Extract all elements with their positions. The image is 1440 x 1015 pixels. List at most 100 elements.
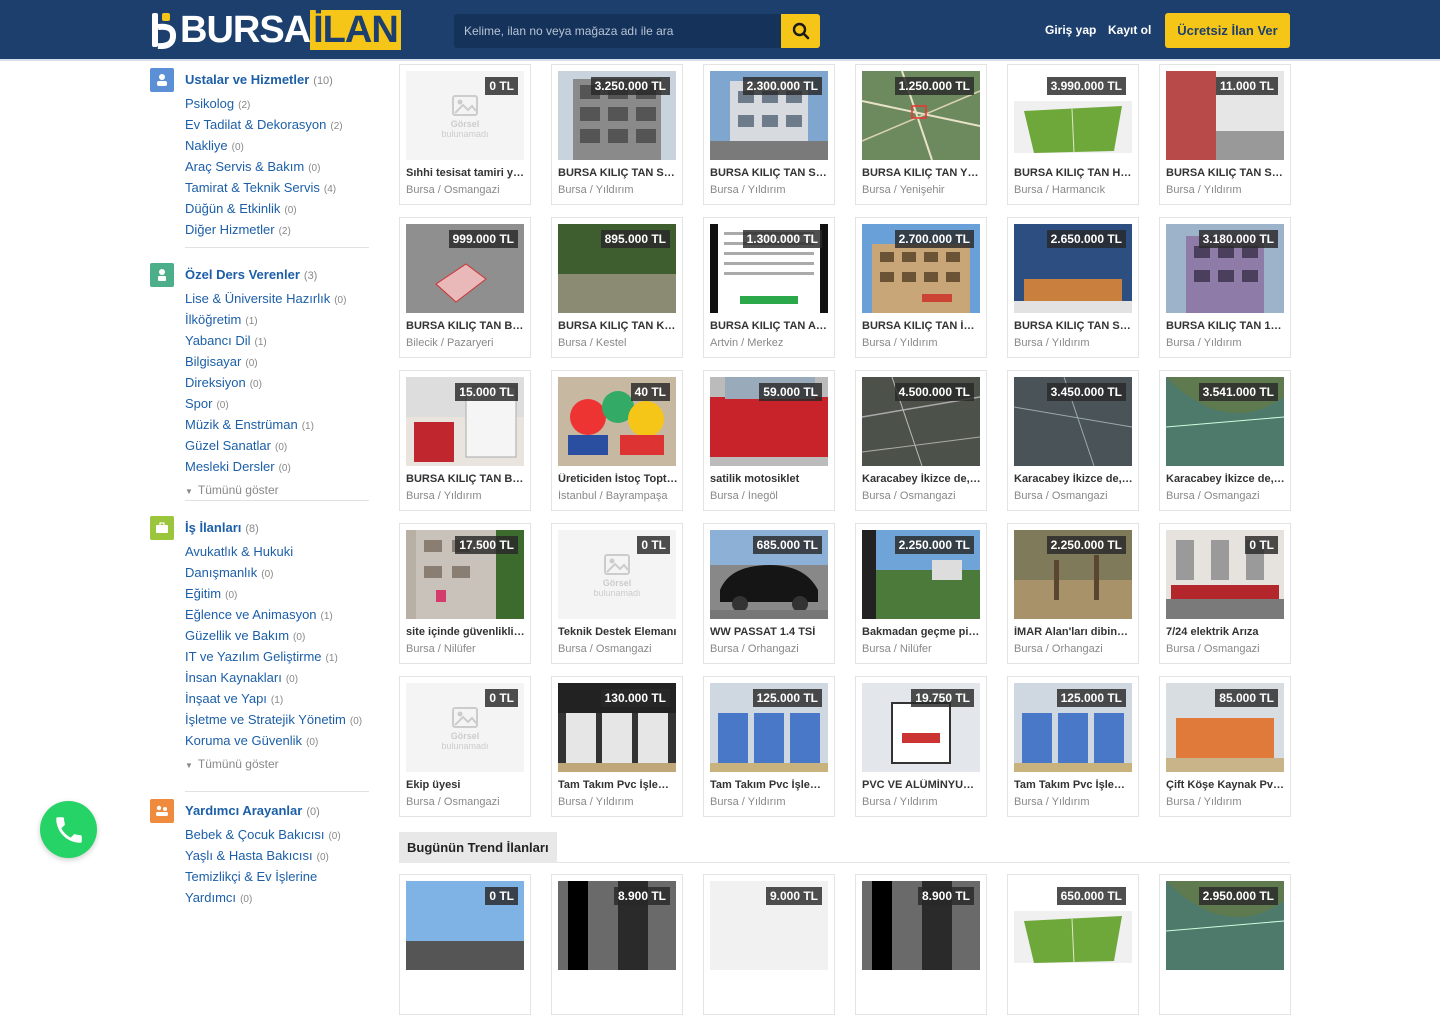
- listing-title[interactable]: Ekip üyesi: [406, 779, 526, 791]
- listing-title[interactable]: Çift Köşe Kaynak Pvc ...: [1166, 779, 1286, 791]
- listing-card[interactable]: 11.000 TL BURSA KILIÇ TAN SET... Bursa / Y…: [1159, 64, 1291, 205]
- listing-card[interactable]: 0 TL 7/24 elektrik Arıza Bursa / Osmangazi: [1159, 523, 1291, 664]
- subcategory-link[interactable]: Temizlikçi & Ev İşlerine: [185, 866, 370, 887]
- subcategory-link[interactable]: Tamirat & Teknik Servis (4): [185, 177, 370, 198]
- listing-title[interactable]: BURSA KILIÇ TAN YE...: [862, 167, 982, 179]
- listing-thumbnail[interactable]: 999.000 TL: [406, 224, 524, 313]
- subcategory-link[interactable]: Eğitim (0): [185, 583, 370, 604]
- search-input[interactable]: [454, 14, 781, 48]
- listing-title[interactable]: BURSA KILIÇ TAN SET...: [710, 167, 830, 179]
- listing-thumbnail[interactable]: 59.000 TL: [710, 377, 828, 466]
- subcategory-link[interactable]: Yabancı Dil (1): [185, 330, 370, 351]
- listing-card[interactable]: 15.000 TL BURSA KILIÇ TAN BA... Bursa / Yı…: [399, 370, 531, 511]
- listing-thumbnail[interactable]: 17.500 TL: [406, 530, 524, 619]
- listing-card[interactable]: Görsel bulunamadı 0 TL Ekip üyesi Bursa / Os…: [399, 676, 531, 817]
- listing-title[interactable]: Tam Takım Pvc İşleme ...: [710, 779, 830, 791]
- listing-card[interactable]: 3.250.000 TL BURSA KILIÇ TAN SET... Bursa …: [551, 64, 683, 205]
- listing-thumbnail[interactable]: 1.250.000 TL: [862, 71, 980, 160]
- whatsapp-button[interactable]: [40, 801, 97, 858]
- subcategory-link[interactable]: IT ve Yazılım Geliştirme (1): [185, 646, 370, 667]
- listing-title[interactable]: BURSA KILIÇ TAN BİL...: [406, 320, 526, 332]
- listing-card[interactable]: 2.250.000 TL İMAR Alan'ları dibinde... Bur…: [1007, 523, 1139, 664]
- listing-title[interactable]: BURSA KILIÇ TAN SET...: [558, 167, 678, 179]
- listing-card[interactable]: 19.750 TL PVC VE ALÜMİNYUM ... Bursa / Yıl…: [855, 676, 987, 817]
- listing-title[interactable]: Karacabey İkizce de, 2...: [1166, 473, 1286, 485]
- listing-card[interactable]: Görsel bulunamadı 0 TL Teknik Destek Eleman…: [551, 523, 683, 664]
- listing-title[interactable]: Teknik Destek Elemanı: [558, 626, 678, 638]
- listing-thumbnail[interactable]: 130.000 TL: [558, 683, 676, 772]
- listing-card[interactable]: 1.250.000 TL BURSA KILIÇ TAN YE... Bursa /…: [855, 64, 987, 205]
- subcategory-link[interactable]: Psikolog (2): [185, 93, 370, 114]
- listing-card[interactable]: 2.950.000 TL: [1159, 874, 1291, 1015]
- listing-card[interactable]: 85.000 TL Çift Köşe Kaynak Pvc ... Bursa /…: [1159, 676, 1291, 817]
- listing-card[interactable]: 3.990.000 TL BURSA KILIÇ TAN HA... Bursa /…: [1007, 64, 1139, 205]
- subcategory-link[interactable]: Direksiyon (0): [185, 372, 370, 393]
- listing-title[interactable]: 7/24 elektrik Arıza: [1166, 626, 1286, 638]
- category-title[interactable]: Yardımcı Arayanlar (0): [185, 801, 370, 821]
- subcategory-link[interactable]: İnşaat ve Yapı (1): [185, 688, 370, 709]
- listing-thumbnail[interactable]: 125.000 TL: [710, 683, 828, 772]
- listing-thumbnail[interactable]: 1.300.000 TL: [710, 224, 828, 313]
- listing-thumbnail[interactable]: Görsel bulunamadı 0 TL: [406, 71, 524, 160]
- listing-thumbnail[interactable]: 895.000 TL: [558, 224, 676, 313]
- listing-title[interactable]: satilik motosiklet: [710, 473, 830, 485]
- listing-card[interactable]: 2.700.000 TL BURSA KILIÇ TAN İNC... Bursa …: [855, 217, 987, 358]
- listing-thumbnail[interactable]: 2.300.000 TL: [710, 71, 828, 160]
- trend-tab[interactable]: Bugünün Trend İlanları: [399, 832, 557, 863]
- subcategory-link[interactable]: İşletme ve Stratejik Yönetim (0): [185, 709, 370, 730]
- listing-thumbnail[interactable]: 19.750 TL: [862, 683, 980, 772]
- site-logo[interactable]: BURSA İLAN: [150, 10, 401, 50]
- listing-card[interactable]: 895.000 TL BURSA KILIÇ TAN KE... Bursa / K…: [551, 217, 683, 358]
- category-title[interactable]: Özel Ders Verenler (3): [185, 265, 370, 285]
- subcategory-link[interactable]: Koruma ve Güvenlik (0): [185, 730, 370, 751]
- listing-thumbnail[interactable]: Görsel bulunamadı 0 TL: [406, 683, 524, 772]
- listing-thumbnail[interactable]: Görsel bulunamadı 0 TL: [558, 530, 676, 619]
- subcategory-link[interactable]: Müzik & Enstrüman (1): [185, 414, 370, 435]
- subcategory-link[interactable]: Güzellik ve Bakım (0): [185, 625, 370, 646]
- listing-card[interactable]: 650.000 TL: [1007, 874, 1139, 1015]
- listing-card[interactable]: 999.000 TL BURSA KILIÇ TAN BİL... Bilecik …: [399, 217, 531, 358]
- subcategory-link[interactable]: Ev Tadilat & Dekorasyon (2): [185, 114, 370, 135]
- listing-thumbnail[interactable]: 2.650.000 TL: [1014, 224, 1132, 313]
- listing-title[interactable]: PVC VE ALÜMİNYUM ...: [862, 779, 982, 791]
- listing-thumbnail[interactable]: 3.990.000 TL: [1014, 71, 1132, 160]
- listing-title[interactable]: Bakmadan geçme piş...: [862, 626, 982, 638]
- listing-card[interactable]: 125.000 TL Tam Takım Pvc İşleme ... Bursa …: [703, 676, 835, 817]
- subcategory-link[interactable]: Avukatlık & Hukuki: [185, 541, 370, 562]
- listing-title[interactable]: BURSA KILIÇ TAN İNC...: [862, 320, 982, 332]
- subcategory-link[interactable]: Düğün & Etkinlik (0): [185, 198, 370, 219]
- subcategory-link[interactable]: Nakliye (0): [185, 135, 370, 156]
- search-button[interactable]: [781, 14, 820, 48]
- listing-title[interactable]: BURSA KILIÇ TAN HA...: [1014, 167, 1134, 179]
- listing-card[interactable]: 125.000 TL Tam Takım Pvc İşleme ... Bursa …: [1007, 676, 1139, 817]
- subcategory-link[interactable]: Diğer Hizmetler (2): [185, 219, 370, 240]
- listing-thumbnail[interactable]: 4.500.000 TL: [862, 377, 980, 466]
- listing-thumbnail[interactable]: 2.950.000 TL: [1166, 881, 1284, 970]
- listing-thumbnail[interactable]: 2.700.000 TL: [862, 224, 980, 313]
- listing-thumbnail[interactable]: 3.450.000 TL: [1014, 377, 1132, 466]
- listing-card[interactable]: 40 TL Üreticiden İstoç Topta... İstanbul /…: [551, 370, 683, 511]
- listing-title[interactable]: BURSA KILIÇ TAN KE...: [558, 320, 678, 332]
- subcategory-link[interactable]: İlköğretim (1): [185, 309, 370, 330]
- listing-thumbnail[interactable]: 2.250.000 TL: [862, 530, 980, 619]
- listing-thumbnail[interactable]: 8.900 TL: [558, 881, 676, 970]
- listing-title[interactable]: Üreticiden İstoç Topta...: [558, 473, 678, 485]
- listing-title[interactable]: BURSA KILIÇ TAN 152...: [1166, 320, 1286, 332]
- listing-thumbnail[interactable]: 650.000 TL: [1014, 881, 1132, 970]
- subcategory-link[interactable]: Spor (0): [185, 393, 370, 414]
- register-link[interactable]: Kayıt ol: [1108, 23, 1151, 37]
- listing-card[interactable]: 130.000 TL Tam Takım Pvc İşleme ... Bursa …: [551, 676, 683, 817]
- listing-card[interactable]: 2.650.000 TL BURSA KILIÇ TAN SET... Bursa …: [1007, 217, 1139, 358]
- listing-card[interactable]: 9.000 TL: [703, 874, 835, 1015]
- listing-card[interactable]: 4.500.000 TL Karacabey İkizce de, İz... Bu…: [855, 370, 987, 511]
- listing-card[interactable]: 3.450.000 TL Karacabey İkizce de, 3... Bur…: [1007, 370, 1139, 511]
- listing-thumbnail[interactable]: 0 TL: [1166, 530, 1284, 619]
- listing-title[interactable]: WW PASSAT 1.4 TSİ: [710, 626, 830, 638]
- listing-title[interactable]: BURSA KILIÇ TAN BA...: [406, 473, 526, 485]
- listing-title[interactable]: BURSA KILIÇ TAN AR...: [710, 320, 830, 332]
- listing-title[interactable]: BURSA KILIÇ TAN SET...: [1166, 167, 1286, 179]
- show-all-link[interactable]: ▼ Tümünü göster: [185, 751, 370, 777]
- listing-title[interactable]: İMAR Alan'ları dibinde...: [1014, 626, 1134, 638]
- listing-title[interactable]: BURSA KILIÇ TAN SET...: [1014, 320, 1134, 332]
- listing-thumbnail[interactable]: 2.250.000 TL: [1014, 530, 1132, 619]
